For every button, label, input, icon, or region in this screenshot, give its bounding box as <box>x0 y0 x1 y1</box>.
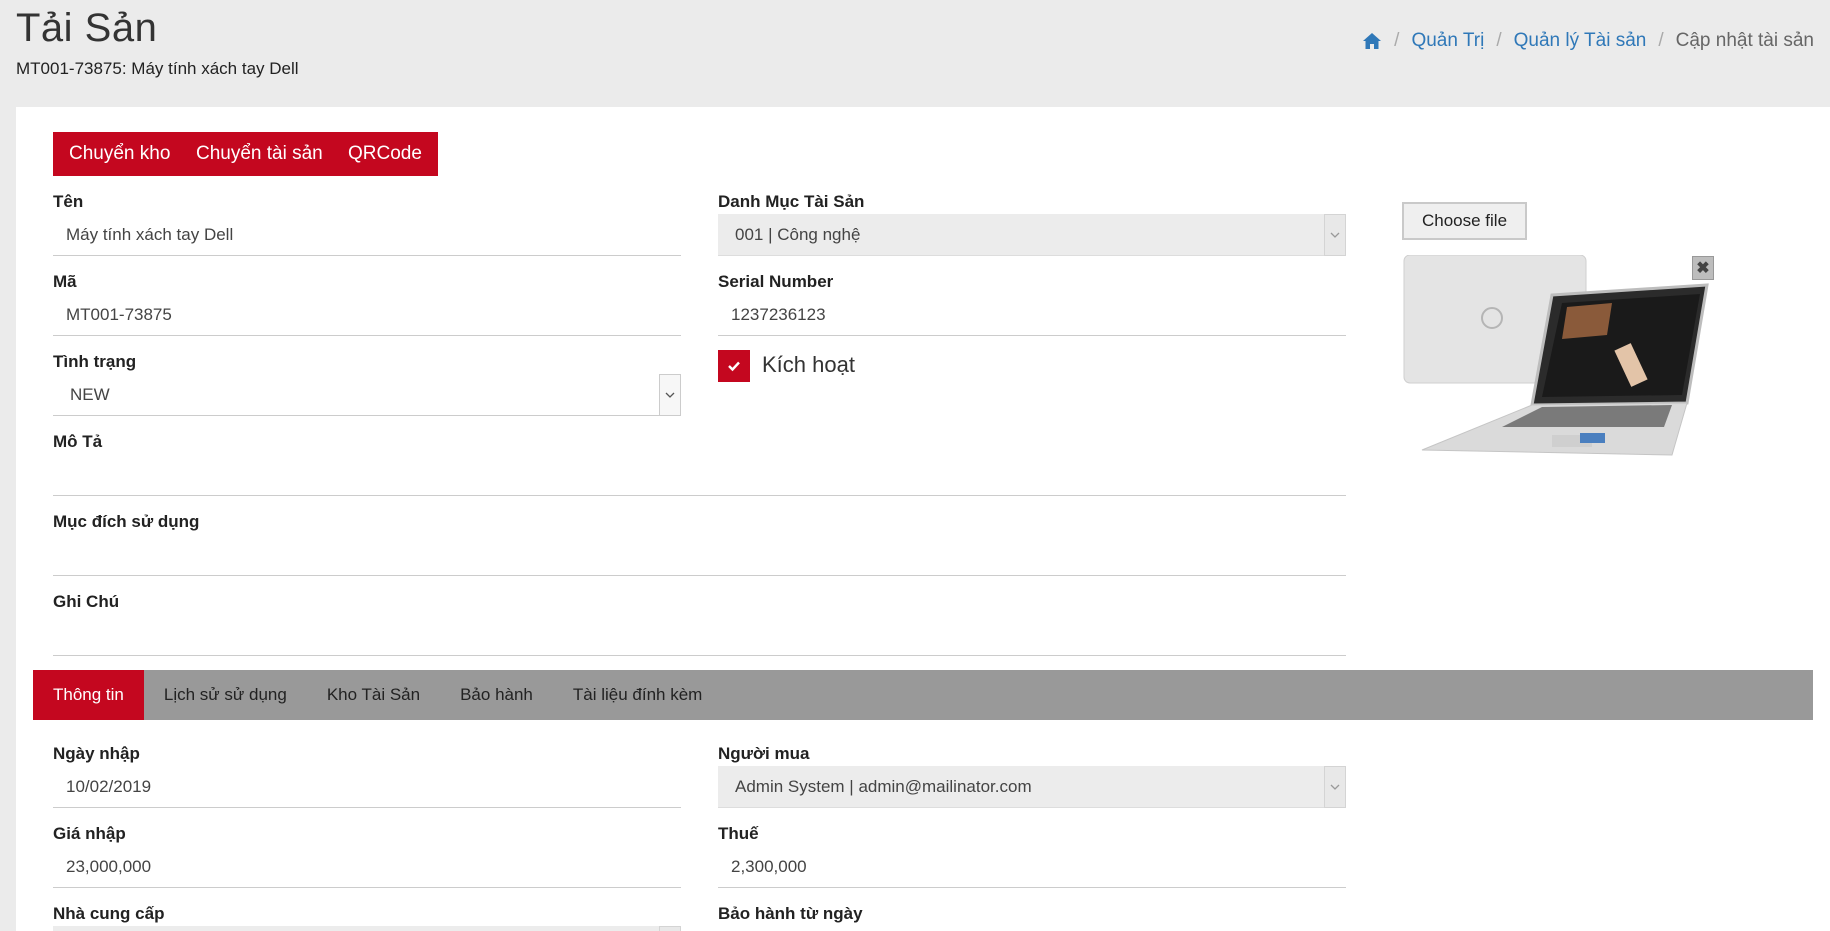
tax-label: Thuế <box>718 824 759 843</box>
breadcrumb-separator: / <box>1394 30 1400 51</box>
code-label: Mã <box>53 272 77 291</box>
purpose-input[interactable] <box>53 534 1346 576</box>
tab-usage-history[interactable]: Lịch sử sử dụng <box>144 670 307 720</box>
tab-attachments[interactable]: Tài liệu đính kèm <box>553 670 722 720</box>
breadcrumb-current: Cập nhật tài sản <box>1675 30 1814 51</box>
buyer-value: Admin System | admin@mailinator.com <box>735 777 1032 796</box>
import-price-label: Giá nhập <box>53 824 126 843</box>
category-label: Danh Mục Tài Sản <box>718 192 865 211</box>
chevron-down-icon[interactable] <box>659 926 681 931</box>
supplier-select[interactable] <box>53 926 681 931</box>
category-select[interactable]: 001 | Công nghệ <box>718 214 1346 256</box>
remove-image-icon[interactable]: ✖ <box>1692 256 1714 280</box>
chevron-down-icon[interactable] <box>1324 214 1346 256</box>
home-icon[interactable] <box>1362 32 1382 50</box>
import-date-label: Ngày nhập <box>53 744 140 763</box>
tabs-bar: Thông tin Lịch sử sử dụng Kho Tài Sản Bả… <box>33 670 1813 720</box>
import-price-input[interactable] <box>53 846 681 888</box>
tab-asset-warehouse[interactable]: Kho Tài Sản <box>307 670 440 720</box>
breadcrumb-separator: / <box>1658 30 1664 51</box>
purpose-label: Mục đích sử dụng <box>53 512 200 531</box>
serial-label: Serial Number <box>718 272 834 291</box>
active-checkbox[interactable] <box>718 350 750 382</box>
tax-input[interactable] <box>718 846 1346 888</box>
tab-warranty[interactable]: Bảo hành <box>440 670 553 720</box>
breadcrumb-asset-management[interactable]: Quản lý Tài sản <box>1514 30 1647 52</box>
asset-image <box>1402 254 1720 477</box>
asset-form-card: Chuyển kho Chuyển tài sản QRCode Tên Dan… <box>16 107 1830 931</box>
transfer-warehouse-button[interactable]: Chuyển kho <box>53 132 187 176</box>
warranty-from-label: Bảo hành từ ngày <box>718 904 863 923</box>
breadcrumb: / Quản Trị / Quản lý Tài sản / Cập nhật … <box>1362 30 1814 52</box>
buyer-select[interactable]: Admin System | admin@mailinator.com <box>718 766 1346 808</box>
page-header: Tải Sản MT001-73875: Máy tính xách tay D… <box>0 0 1830 106</box>
status-label: Tình trạng <box>53 352 137 371</box>
serial-input[interactable] <box>718 294 1346 336</box>
breadcrumb-admin[interactable]: Quản Trị <box>1411 30 1484 52</box>
breadcrumb-separator: / <box>1496 30 1502 51</box>
page-title: Tải Sản <box>16 6 158 50</box>
description-label: Mô Tả <box>53 432 103 451</box>
description-input[interactable] <box>53 454 1346 496</box>
status-select[interactable]: NEW <box>53 374 681 416</box>
category-value: 001 | Công nghệ <box>735 225 861 244</box>
name-input[interactable] <box>53 214 681 256</box>
active-label: Kích hoạt <box>762 352 855 377</box>
buyer-label: Người mua <box>718 744 810 763</box>
code-input[interactable] <box>53 294 681 336</box>
name-label: Tên <box>53 192 84 211</box>
check-icon <box>728 361 740 372</box>
chevron-down-icon[interactable] <box>1324 766 1346 808</box>
choose-file-button[interactable]: Choose file <box>1402 202 1527 240</box>
note-label: Ghi Chú <box>53 592 120 611</box>
tab-info[interactable]: Thông tin <box>33 670 144 720</box>
page-subtitle: MT001-73875: Máy tính xách tay Dell <box>16 59 299 78</box>
transfer-asset-button[interactable]: Chuyển tài sản <box>180 132 339 176</box>
qrcode-button[interactable]: QRCode <box>332 132 438 176</box>
status-value: NEW <box>70 385 110 404</box>
note-input[interactable] <box>53 614 1346 656</box>
supplier-label: Nhà cung cấp <box>53 904 165 923</box>
chevron-down-icon[interactable] <box>659 374 681 416</box>
import-date-input[interactable] <box>53 766 681 808</box>
